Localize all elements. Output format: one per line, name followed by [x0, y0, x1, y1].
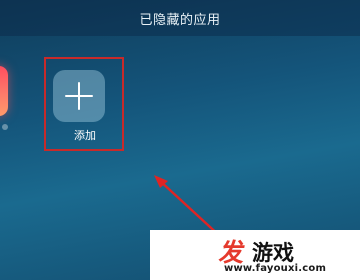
add-app-tile[interactable] [53, 70, 105, 122]
partial-app-icon[interactable] [0, 66, 8, 116]
add-hidden-app-button[interactable]: 添加 [44, 57, 124, 151]
page-title: 已隐藏的应用 [139, 13, 221, 28]
watermark-url: www.fayouxi.com [224, 263, 327, 274]
watermark-banner: 发 游戏 www.fayouxi.com [150, 230, 360, 280]
plus-icon [65, 82, 93, 110]
title-bar: 已隐藏的应用 [0, 0, 360, 36]
add-app-label: 添加 [74, 129, 96, 142]
partial-app-label [2, 124, 8, 130]
